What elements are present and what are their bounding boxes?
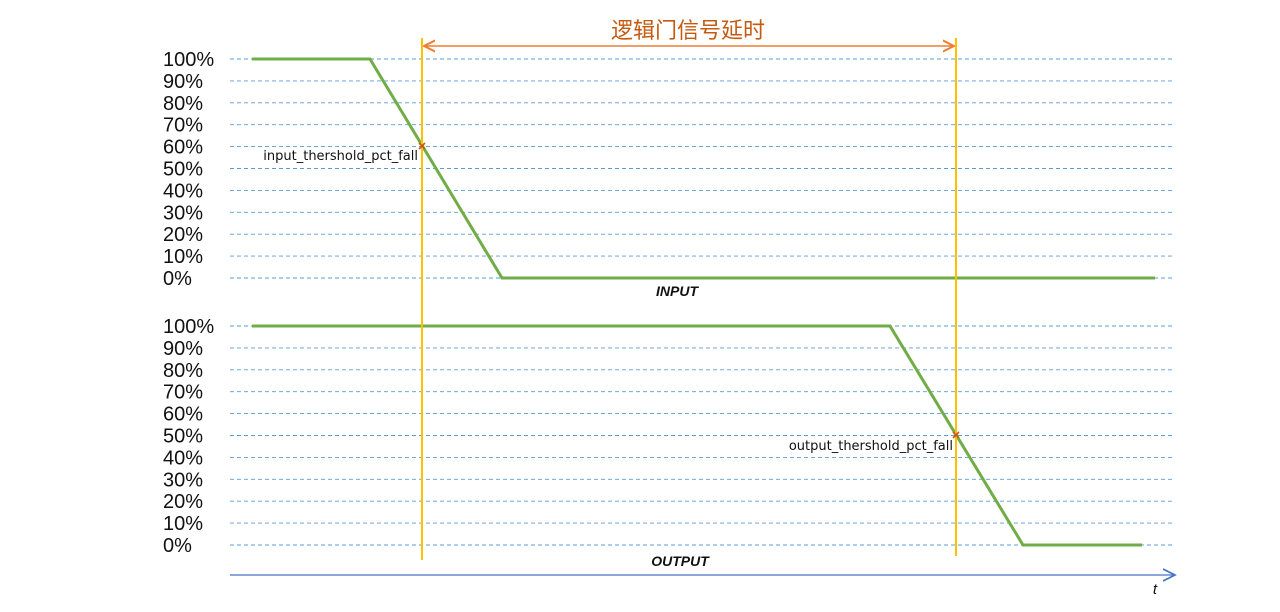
output-panel: 100%90%80%70%60%50%40%30%20%10%0% OUTPUT… (163, 316, 1172, 569)
y-tick-label: 90% (163, 71, 203, 93)
input-label: INPUT (656, 283, 699, 299)
y-tick-label: 20% (163, 491, 203, 513)
y-tick-label: 70% (163, 382, 203, 404)
output-y-ticks: 100%90%80%70%60%50%40%30%20%10%0% (163, 316, 214, 557)
y-tick-label: 0% (163, 535, 192, 557)
y-tick-label: 30% (163, 469, 203, 491)
input-threshold-label: input_thershold_pct_fall (263, 149, 418, 164)
y-tick-label: 60% (163, 404, 203, 426)
input-grid (230, 58, 1172, 279)
y-tick-label: 60% (163, 137, 203, 159)
input-y-ticks: 100%90%80%70%60%50%40%30%20%10%0% (163, 49, 214, 290)
output-threshold-label: output_thershold_pct_fall (789, 439, 953, 454)
time-axis-label: t (1153, 581, 1158, 598)
y-tick-label: 40% (163, 447, 203, 469)
y-tick-label: 10% (163, 246, 203, 268)
y-tick-label: 70% (163, 115, 203, 137)
y-tick-label: 10% (163, 513, 203, 535)
y-tick-label: 0% (163, 268, 192, 290)
y-tick-label: 20% (163, 224, 203, 246)
y-tick-label: 80% (163, 93, 203, 115)
y-tick-label: 100% (163, 316, 214, 338)
y-tick-label: 80% (163, 360, 203, 382)
output-grid (230, 325, 1172, 546)
diagram-title: 逻辑门信号延时 (611, 19, 765, 44)
y-tick-label: 30% (163, 202, 203, 224)
output-label: OUTPUT (651, 553, 710, 569)
y-tick-label: 50% (163, 159, 203, 181)
y-tick-label: 90% (163, 338, 203, 360)
y-tick-label: 50% (163, 426, 203, 448)
delay-diagram: 逻辑门信号延时 100%90%80%70%60%50%40%30%20%10%0… (163, 19, 1280, 598)
y-tick-label: 100% (163, 49, 214, 71)
input-panel: 100%90%80%70%60%50%40%30%20%10%0% INPUT … (163, 49, 1172, 299)
y-tick-label: 40% (163, 180, 203, 202)
